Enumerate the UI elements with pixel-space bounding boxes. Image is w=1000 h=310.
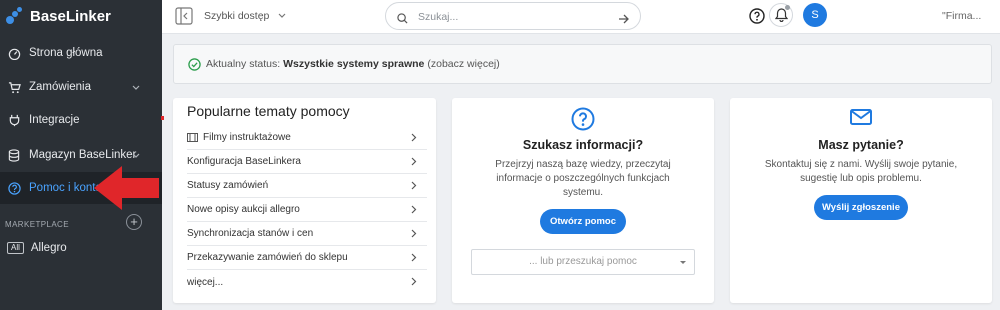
company-dropdown[interactable]: "Firma... bbox=[942, 10, 981, 22]
topic-label: Statusy zamówień bbox=[187, 180, 269, 191]
search-input[interactable] bbox=[418, 9, 598, 24]
sidebar-item-orders[interactable]: Zamówienia bbox=[0, 71, 162, 103]
bell-icon bbox=[774, 8, 788, 22]
red-marker bbox=[161, 116, 164, 120]
help-button[interactable] bbox=[749, 8, 765, 29]
info-card-description: Przejrzyj naszą bazę wiedzy, przeczytaj … bbox=[495, 159, 671, 198]
arrow-right-icon[interactable] bbox=[618, 11, 630, 29]
system-status-bar: Aktualny status: Wszystkie systemy spraw… bbox=[173, 44, 992, 84]
status-prefix: Aktualny status: bbox=[206, 58, 281, 70]
knowledge-base-card: Szukasz informacji? Przejrzyj naszą bazę… bbox=[452, 98, 714, 303]
check-circle-icon bbox=[188, 57, 201, 71]
sidebar-item-label: Zamówienia bbox=[29, 81, 91, 93]
sidebar-item-home[interactable]: Strona główna bbox=[0, 37, 162, 69]
quick-access-dropdown[interactable]: Szybki dostęp bbox=[204, 10, 286, 22]
info-card-title: Szukasz informacji? bbox=[522, 138, 644, 152]
sidebar-item-label: Allegro bbox=[30, 242, 67, 254]
sidebar-toggle-button[interactable] bbox=[175, 7, 193, 25]
cart-icon bbox=[7, 80, 21, 94]
ask-card-title: Masz pytanie? bbox=[818, 138, 904, 152]
topic-label: Synchronizacja stanów i cen bbox=[187, 228, 314, 239]
topic-label: Filmy instruktażowe bbox=[203, 132, 291, 143]
chevron-right-icon bbox=[411, 277, 417, 289]
chevron-right-icon bbox=[411, 253, 417, 265]
status-details-link[interactable]: (zobacz więcej) bbox=[427, 58, 499, 70]
topic-label: Przekazywanie zamówień do sklepu bbox=[187, 252, 348, 263]
sidebar-item-label: Integracje bbox=[29, 114, 80, 126]
open-help-button[interactable]: Otwórz pomoc bbox=[540, 209, 626, 234]
chevron-down-icon bbox=[132, 82, 140, 94]
chevron-right-icon bbox=[411, 133, 417, 145]
all-badge: All bbox=[7, 242, 24, 254]
question-icon bbox=[749, 8, 765, 24]
question-circle-icon bbox=[452, 107, 714, 131]
red-pointer-arrow-icon bbox=[94, 166, 159, 210]
topbar: Szybki dostęp S "Firma... bbox=[162, 0, 1000, 34]
notification-dot bbox=[785, 5, 790, 10]
topic-item[interactable]: Filmy instruktażowe bbox=[187, 126, 427, 150]
topic-label: więcej... bbox=[187, 276, 224, 288]
sidebar-item-label: Strona główna bbox=[29, 47, 103, 59]
popular-topics-card: Popularne tematy pomocy Filmy instruktaż… bbox=[173, 98, 436, 303]
brand-logo[interactable]: BaseLinker bbox=[6, 5, 111, 27]
chevron-right-icon bbox=[411, 229, 417, 241]
help-search-select[interactable]: ... lub przeszukaj pomoc bbox=[471, 249, 695, 275]
sidebar-item-allegro[interactable]: All Allegro bbox=[0, 232, 162, 264]
help-icon bbox=[7, 181, 21, 195]
chevron-right-icon bbox=[411, 157, 417, 169]
sidebar: BaseLinker Strona główna Zamówienia Inte… bbox=[0, 0, 162, 310]
envelope-icon bbox=[730, 107, 992, 127]
database-icon bbox=[7, 148, 21, 162]
topic-item[interactable]: Konfiguracja BaseLinkera bbox=[187, 150, 427, 174]
plug-icon bbox=[7, 113, 21, 127]
add-marketplace-button[interactable]: + bbox=[126, 214, 142, 230]
status-value: Wszystkie systemy sprawne bbox=[283, 58, 425, 70]
chevron-right-icon bbox=[411, 205, 417, 217]
ask-card-description: Skontaktuj się z nami. Wyślij swoje pyta… bbox=[764, 159, 958, 184]
sidebar-item-label: Magazyn BaseLinker bbox=[29, 149, 137, 161]
topic-item[interactable]: Statusy zamówień bbox=[187, 174, 427, 198]
caret-down-icon bbox=[680, 261, 686, 264]
avatar[interactable]: S bbox=[803, 3, 827, 27]
quick-access-label: Szybki dostęp bbox=[204, 10, 270, 22]
send-ticket-button[interactable]: Wyślij zgłoszenie bbox=[814, 195, 908, 220]
film-icon bbox=[187, 133, 198, 142]
help-search-placeholder: ... lub przeszukaj pomoc bbox=[529, 256, 637, 267]
sidebar-item-integrations[interactable]: Integracje bbox=[0, 104, 162, 136]
topic-item[interactable]: Synchronizacja stanów i cen bbox=[187, 222, 427, 246]
topic-item[interactable]: Przekazywanie zamówień do sklepu bbox=[187, 246, 427, 270]
sidebar-toggle-icon bbox=[175, 7, 193, 25]
search-icon bbox=[397, 11, 408, 29]
topic-label: Nowe opisy aukcji allegro bbox=[187, 204, 300, 215]
search-box[interactable] bbox=[385, 2, 641, 30]
contact-card: Masz pytanie? Skontaktuj się z nami. Wyś… bbox=[730, 98, 992, 303]
marketplace-section-label: MARKETPLACE bbox=[5, 220, 69, 229]
baselinker-logo-icon bbox=[6, 7, 24, 25]
brand-name: BaseLinker bbox=[30, 7, 111, 25]
topics-title: Popularne tematy pomocy bbox=[187, 103, 350, 119]
dashboard-icon bbox=[7, 46, 21, 60]
chevron-down-icon bbox=[278, 10, 286, 22]
topic-item-more[interactable]: więcej... bbox=[187, 270, 427, 294]
topic-label: Konfiguracja BaseLinkera bbox=[187, 156, 301, 167]
chevron-right-icon bbox=[411, 181, 417, 193]
chevron-down-icon bbox=[132, 150, 140, 162]
topic-item[interactable]: Nowe opisy aukcji allegro bbox=[187, 198, 427, 222]
notifications-button[interactable] bbox=[769, 3, 793, 27]
